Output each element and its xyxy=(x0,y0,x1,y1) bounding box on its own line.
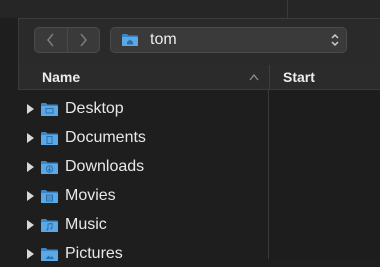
disclosure-triangle-icon[interactable] xyxy=(26,220,35,230)
start-column-pane xyxy=(269,90,380,259)
disclosure-triangle-icon[interactable] xyxy=(26,249,35,259)
list-item-label: Movies xyxy=(65,187,116,204)
updown-chevron-icon xyxy=(331,33,339,47)
movies-folder-icon xyxy=(41,190,58,203)
forward-button[interactable] xyxy=(68,28,100,52)
column-header: Name Start xyxy=(18,65,380,89)
back-button[interactable] xyxy=(35,28,68,52)
column-name-label: Name xyxy=(42,69,81,85)
desktop-folder-icon xyxy=(41,103,58,116)
pictures-folder-icon xyxy=(41,248,58,261)
path-popup[interactable]: tom xyxy=(110,27,347,53)
disclosure-triangle-icon[interactable] xyxy=(26,162,35,172)
column-header-name[interactable]: Name xyxy=(19,65,270,89)
documents-folder-icon xyxy=(41,132,58,145)
list-item-documents[interactable]: Documents xyxy=(18,122,268,151)
list-item-music[interactable]: Music xyxy=(18,209,268,238)
chevron-right-icon xyxy=(80,33,88,47)
downloads-folder-icon xyxy=(41,161,58,174)
disclosure-triangle-icon[interactable] xyxy=(26,191,35,201)
list-item-label: Desktop xyxy=(65,100,124,117)
list-item-movies[interactable]: Movies xyxy=(18,180,268,209)
list-item-label: Pictures xyxy=(65,245,123,262)
music-folder-icon xyxy=(41,219,58,232)
title-strip xyxy=(0,0,380,18)
disclosure-triangle-icon[interactable] xyxy=(26,133,35,143)
nav-buttons xyxy=(34,27,100,53)
list-item-pictures[interactable]: Pictures xyxy=(18,238,268,267)
chevron-left-icon xyxy=(46,33,54,47)
column-start-label: Start xyxy=(283,69,315,85)
divider xyxy=(287,0,288,18)
path-label: tom xyxy=(150,31,177,48)
list-item-label: Music xyxy=(65,216,107,233)
sort-ascending-icon xyxy=(249,73,259,81)
list-item-label: Documents xyxy=(65,129,146,146)
home-folder-icon xyxy=(122,34,138,46)
window-edge xyxy=(0,18,18,259)
list-item-desktop[interactable]: Desktop xyxy=(18,93,268,122)
disclosure-triangle-icon[interactable] xyxy=(26,104,35,114)
list-item-downloads[interactable]: Downloads xyxy=(18,151,268,180)
file-list: Desktop Documents Downloads Movies Music… xyxy=(18,90,268,262)
toolbar: tom xyxy=(18,18,380,65)
list-item-label: Downloads xyxy=(65,158,145,175)
